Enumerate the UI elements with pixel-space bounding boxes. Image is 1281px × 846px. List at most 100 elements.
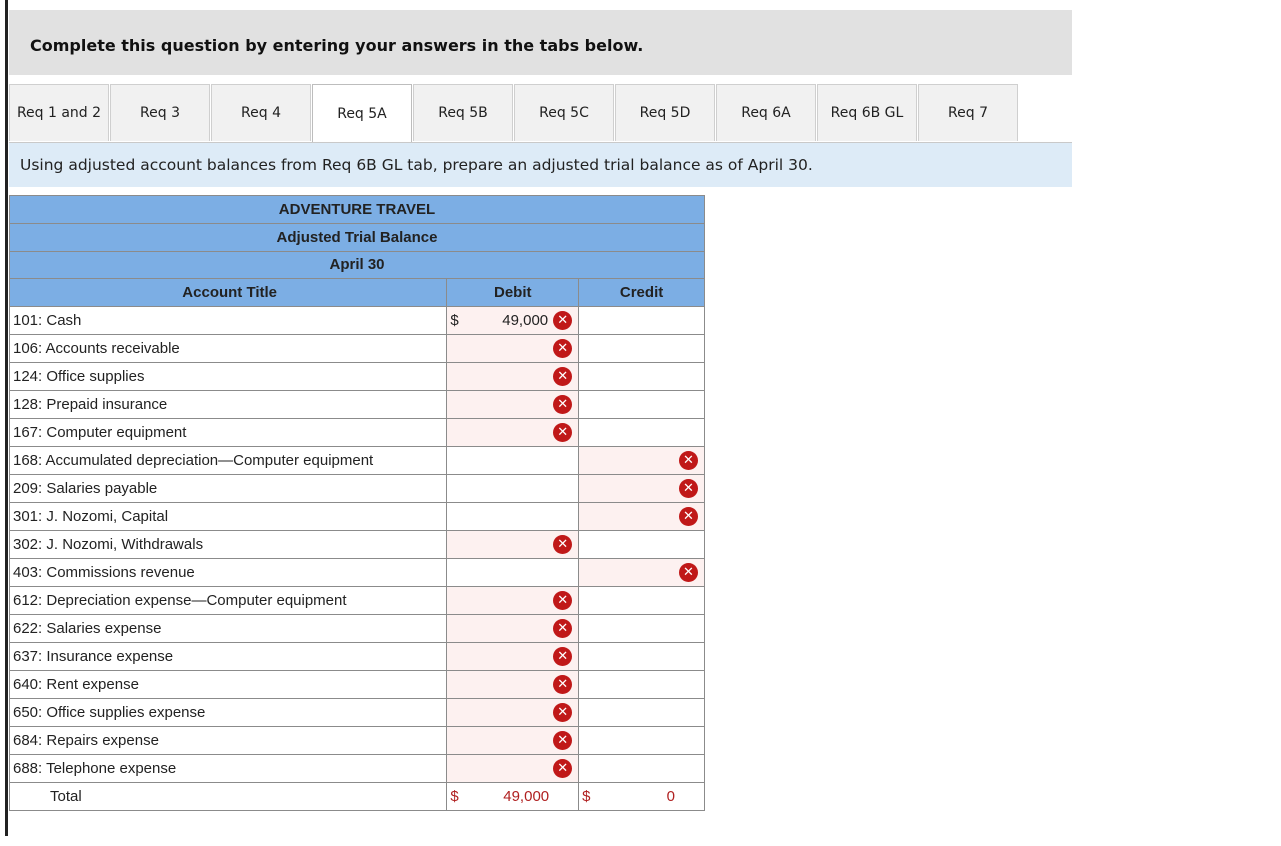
tab-req-3[interactable]: Req 3 [110,84,210,141]
statement-title: Adjusted Trial Balance [9,222,705,252]
incorrect-x-icon: ✕ [553,759,573,779]
currency-symbol: $ [450,312,459,330]
table-row: 124: Office supplies ✕ [8,362,705,392]
credit-header: Credit [578,278,705,308]
company-row: ADVENTURE TRAVEL [9,195,705,224]
credit-input[interactable] [578,306,705,336]
credit-input[interactable] [578,670,705,700]
credit-input[interactable]: ✕ [578,502,705,532]
incorrect-x-icon: ✕ [553,423,573,443]
incorrect-x-icon: ✕ [679,451,698,471]
company-name: ADVENTURE TRAVEL [9,195,705,224]
debit-amount: 49,000 [502,312,549,330]
tab-req-4[interactable]: Req 4 [211,84,311,141]
tab-req-5b[interactable]: Req 5B [413,84,513,141]
tab-req-5a[interactable]: Req 5A [312,84,412,143]
debit-input[interactable] [446,446,580,476]
debit-input[interactable]: ✕ [446,726,580,756]
date-row: April 30 [9,250,705,280]
statement-date: April 30 [9,250,705,280]
credit-input[interactable]: ✕ [578,446,705,476]
credit-input[interactable] [578,754,705,784]
debit-input[interactable] [446,474,580,504]
table-row: 167: Computer equipment ✕ [8,418,705,448]
prompt-text: Using adjusted account balances from Req… [20,156,813,174]
account-title: 128: Prepaid insurance [8,390,448,420]
statement-row: Adjusted Trial Balance [9,222,705,252]
account-title: 168: Accumulated depreciation—Computer e… [8,446,448,476]
incorrect-x-icon: ✕ [553,647,573,667]
account-title: 640: Rent expense [8,670,448,700]
debit-input[interactable]: ✕ [446,390,580,420]
incorrect-x-icon: ✕ [553,395,573,415]
table-row: 612: Depreciation expense—Computer equip… [8,586,705,616]
credit-input[interactable] [578,642,705,672]
debit-input[interactable]: ✕ [446,418,580,448]
account-title: 688: Telephone expense [8,754,448,784]
table-row: 209: Salaries payable ✕ [8,474,705,504]
credit-input[interactable] [578,726,705,756]
credit-input[interactable] [578,418,705,448]
account-title: 684: Repairs expense [8,726,448,756]
credit-input[interactable] [578,614,705,644]
account-title: 650: Office supplies expense [8,698,448,728]
debit-input[interactable] [446,502,580,532]
incorrect-x-icon: ✕ [553,311,573,331]
debit-input[interactable]: ✕ [446,642,580,672]
incorrect-x-icon: ✕ [553,675,573,695]
debit-input[interactable] [446,558,580,588]
debit-input[interactable]: ✕ [446,698,580,728]
incorrect-x-icon: ✕ [679,507,698,527]
incorrect-x-icon: ✕ [553,339,573,359]
debit-input[interactable]: $49,000 ✕ [446,306,580,336]
table-row: 128: Prepaid insurance ✕ [8,390,705,420]
left-border [5,0,8,836]
debit-input[interactable]: ✕ [446,614,580,644]
account-title: 101: Cash [8,306,448,336]
tab-req-5c[interactable]: Req 5C [514,84,614,141]
table-row: 684: Repairs expense ✕ [8,726,705,756]
tab-req-6a[interactable]: Req 6A [716,84,816,141]
prompt-banner: Using adjusted account balances from Req… [9,143,1072,187]
account-title: 167: Computer equipment [8,418,448,448]
debit-input[interactable]: ✕ [446,334,580,364]
tab-req-7[interactable]: Req 7 [918,84,1018,141]
currency-symbol: $ [582,788,591,806]
account-title: 622: Salaries expense [8,614,448,644]
credit-input[interactable] [578,530,705,560]
incorrect-x-icon: ✕ [553,731,573,751]
credit-input[interactable] [578,334,705,364]
credit-input[interactable] [578,586,705,616]
account-title: 106: Accounts receivable [8,334,448,364]
debit-input[interactable]: ✕ [446,362,580,392]
account-title: 302: J. Nozomi, Withdrawals [8,530,448,560]
account-title: 612: Depreciation expense—Computer equip… [8,586,448,616]
incorrect-x-icon: ✕ [553,619,573,639]
total-row: Total $49,000 $0 [8,782,705,812]
table-row: 101: Cash $49,000 ✕ [8,306,705,336]
incorrect-x-icon: ✕ [553,591,573,611]
debit-input[interactable]: ✕ [446,670,580,700]
credit-input[interactable] [578,698,705,728]
tab-req-6b-gl[interactable]: Req 6B GL [817,84,917,141]
table-row: 302: J. Nozomi, Withdrawals ✕ [8,530,705,560]
instruction-text: Complete this question by entering your … [30,36,644,55]
table-row: 637: Insurance expense ✕ [8,642,705,672]
debit-input[interactable]: ✕ [446,586,580,616]
incorrect-x-icon: ✕ [679,479,698,499]
debit-input[interactable]: ✕ [446,530,580,560]
credit-input[interactable]: ✕ [578,558,705,588]
tab-req-1-and-2[interactable]: Req 1 and 2 [9,84,109,141]
tab-req-5d[interactable]: Req 5D [615,84,715,141]
table-row: 688: Telephone expense ✕ [8,754,705,784]
credit-input[interactable] [578,390,705,420]
total-credit-amount: 0 [666,788,675,806]
debit-header: Debit [446,278,580,308]
table-row: 622: Salaries expense ✕ [8,614,705,644]
account-title-header: Account Title [8,278,448,308]
incorrect-x-icon: ✕ [679,563,698,583]
debit-input[interactable]: ✕ [446,754,580,784]
credit-input[interactable] [578,362,705,392]
incorrect-x-icon: ✕ [553,703,573,723]
credit-input[interactable]: ✕ [578,474,705,504]
